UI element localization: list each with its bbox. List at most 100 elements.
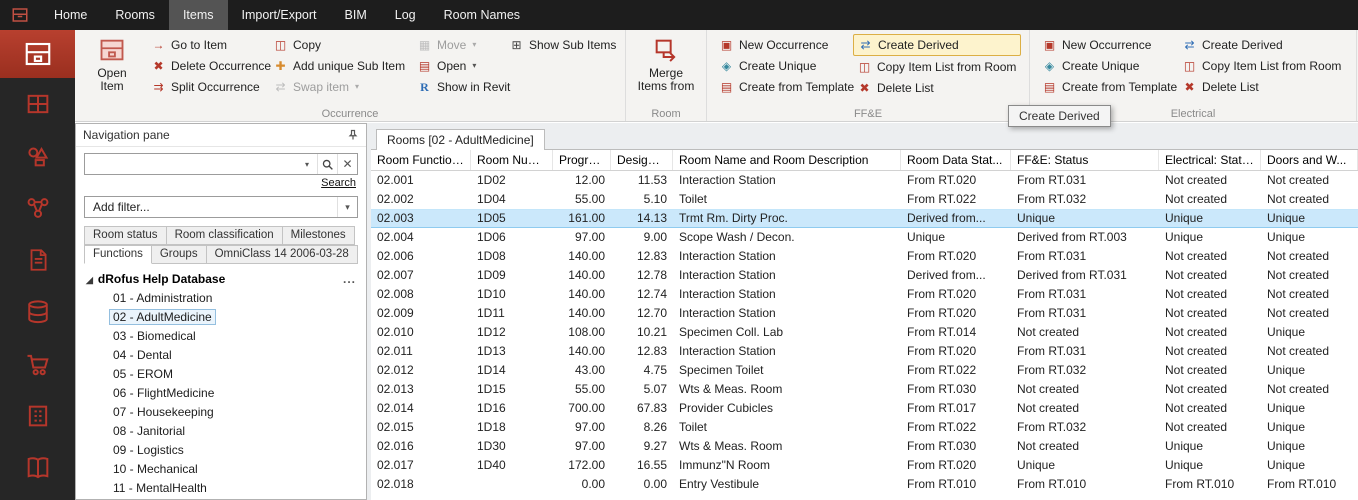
tree-item-06-flightmedicine[interactable]: 06 - FlightMedicine bbox=[76, 384, 366, 403]
ffe-new-occurrence-button[interactable]: ▣ New Occurrence bbox=[715, 34, 853, 55]
table-row[interactable]: 02.0151D1897.008.26ToiletFrom RT.022From… bbox=[371, 418, 1358, 437]
electrical-new-occurrence-button[interactable]: ▣ New Occurrence bbox=[1038, 34, 1178, 55]
table-row[interactable]: 02.0081D10140.0012.74Interaction Station… bbox=[371, 285, 1358, 304]
table-row[interactable]: 02.0101D12108.0010.21Specimen Coll. LabF… bbox=[371, 323, 1358, 342]
menu-item-room-names[interactable]: Room Names bbox=[430, 0, 534, 30]
ffe-delete-list-button[interactable]: ✖ Delete List bbox=[853, 77, 1021, 98]
table-row[interactable]: 02.0180.000.00Entry VestibuleFrom RT.010… bbox=[371, 475, 1358, 494]
ffe-create-derived-button[interactable]: ⇄ Create Derived bbox=[853, 34, 1021, 56]
tree-expanded-icon[interactable]: ◢ bbox=[86, 275, 93, 285]
table-row[interactable]: 02.0111D13140.0012.83Interaction Station… bbox=[371, 342, 1358, 361]
go-to-item-button[interactable]: → Go to Item bbox=[147, 34, 269, 55]
split-occurrence-button[interactable]: ⇉ Split Occurrence bbox=[147, 76, 269, 97]
tree-item-11-mentalhealth[interactable]: 11 - MentalHealth bbox=[76, 479, 366, 498]
ffe-copy-item-list-button[interactable]: ◫ Copy Item List from Room bbox=[853, 56, 1021, 77]
electrical-create-unique-button[interactable]: ◈ Create Unique bbox=[1038, 55, 1178, 76]
column-header-electrical-status[interactable]: Electrical: Status bbox=[1159, 150, 1261, 170]
column-header-room-number[interactable]: Room Number bbox=[471, 150, 553, 170]
table-row[interactable]: 02.0091D11140.0012.70Interaction Station… bbox=[371, 304, 1358, 323]
sidebar-item-database[interactable] bbox=[0, 286, 75, 338]
table-row[interactable]: 02.0021D0455.005.10ToiletFrom RT.022From… bbox=[371, 190, 1358, 209]
table-row[interactable]: 02.0041D0697.009.00Scope Wash / Decon.Un… bbox=[371, 228, 1358, 247]
pin-icon[interactable] bbox=[347, 129, 359, 141]
show-in-revit-button[interactable]: R Show in Revit bbox=[413, 76, 505, 97]
table-row[interactable]: 02.0131D1555.005.07Wts & Meas. RoomFrom … bbox=[371, 380, 1358, 399]
column-header-designe[interactable]: Designe... bbox=[611, 150, 673, 170]
tree-item-07-housekeeping[interactable]: 07 - Housekeeping bbox=[76, 403, 366, 422]
table-row[interactable]: 02.0031D05161.0014.13Trmt Rm. Dirty Proc… bbox=[371, 209, 1358, 228]
documents-icon bbox=[25, 246, 51, 274]
swap-item-button[interactable]: ⇄ Swap item ▾ bbox=[269, 76, 413, 97]
menu-item-items[interactable]: Items bbox=[169, 0, 228, 30]
tree-item-09-logistics[interactable]: 09 - Logistics bbox=[76, 441, 366, 460]
open-button[interactable]: ▤ Open ▾ bbox=[413, 55, 505, 76]
ffe-create-unique-button[interactable]: ◈ Create Unique bbox=[715, 55, 853, 76]
electrical-delete-list-button[interactable]: ✖ Delete List bbox=[1178, 76, 1348, 97]
delete-occurrence-button[interactable]: ✖ Delete Occurrence bbox=[147, 55, 269, 76]
electrical-create-from-template-button[interactable]: ▤ Create from Template bbox=[1038, 76, 1178, 97]
tab-room-classification[interactable]: Room classification bbox=[166, 226, 283, 245]
tree-item-10-mechanical[interactable]: 10 - Mechanical bbox=[76, 460, 366, 479]
tree-item-01-administration[interactable]: 01 - Administration bbox=[76, 289, 366, 308]
column-header-room-name-and-room-description[interactable]: Room Name and Room Description bbox=[673, 150, 901, 170]
add-filter-dropdown[interactable]: Add filter... ▾ bbox=[84, 196, 358, 218]
column-header-doors-and-w[interactable]: Doors and W... bbox=[1261, 150, 1358, 170]
tab-functions[interactable]: Functions bbox=[84, 245, 152, 264]
move-button[interactable]: ▦ Move ▾ bbox=[413, 34, 505, 55]
column-header-room-data-stat[interactable]: Room Data Stat... bbox=[901, 150, 1011, 170]
tree-item-02-adultmedicine[interactable]: 02 - AdultMedicine bbox=[76, 308, 366, 327]
table-cell: Not created bbox=[1261, 190, 1358, 209]
electrical-create-derived-button[interactable]: ⇄ Create Derived bbox=[1178, 34, 1348, 55]
add-unique-sub-item-button[interactable]: ✚ Add unique Sub Item bbox=[269, 55, 413, 76]
tab-milestones[interactable]: Milestones bbox=[282, 226, 355, 245]
table-row[interactable]: 02.0071D09140.0012.78Interaction Station… bbox=[371, 266, 1358, 285]
column-header-room-function[interactable]: Room Function # bbox=[371, 150, 471, 170]
tree-item-04-dental[interactable]: 04 - Dental bbox=[76, 346, 366, 365]
menu-item-bim[interactable]: BIM bbox=[331, 0, 381, 30]
menu-item-home[interactable]: Home bbox=[40, 0, 101, 30]
column-header-ff-e-status[interactable]: FF&E: Status bbox=[1011, 150, 1159, 170]
sidebar-item-rooms[interactable] bbox=[0, 78, 75, 130]
sidebar-item-buildings[interactable] bbox=[0, 390, 75, 442]
table-row[interactable]: 02.0011D0212.0011.53Interaction StationF… bbox=[371, 171, 1358, 190]
ffe-create-from-template-button[interactable]: ▤ Create from Template bbox=[715, 76, 853, 97]
table-row[interactable]: 02.0161D3097.009.27Wts & Meas. RoomFrom … bbox=[371, 437, 1358, 456]
sidebar-item-systems[interactable] bbox=[0, 182, 75, 234]
merge-items-from-button[interactable]: Merge Items from bbox=[634, 34, 698, 93]
search-link[interactable]: Search bbox=[76, 177, 356, 189]
show-sub-items-button[interactable]: ⊞ Show Sub Items bbox=[505, 34, 617, 55]
tree-item-08-janitorial[interactable]: 08 - Janitorial bbox=[76, 422, 366, 441]
sidebar-item-catalog[interactable] bbox=[0, 442, 75, 494]
table-row[interactable]: 02.0121D1443.004.75Specimen ToiletFrom R… bbox=[371, 361, 1358, 380]
sidebar-item-products[interactable] bbox=[0, 130, 75, 182]
menu-item-import-export[interactable]: Import/Export bbox=[228, 0, 331, 30]
tab-room-status[interactable]: Room status bbox=[84, 226, 167, 245]
search-input[interactable] bbox=[85, 155, 297, 173]
tab-omniclass-14-2006-03-28[interactable]: OmniClass 14 2006-03-28 bbox=[206, 245, 358, 264]
search-icon[interactable] bbox=[317, 154, 337, 174]
table-row[interactable]: 02.0061D08140.0012.83Interaction Station… bbox=[371, 247, 1358, 266]
table-cell: From RT.022 bbox=[901, 361, 1011, 380]
copy-button[interactable]: ◫ Copy bbox=[269, 34, 413, 55]
sidebar-item-items[interactable] bbox=[0, 30, 75, 78]
tree-root[interactable]: ◢dRofus Help Database ... bbox=[76, 269, 366, 289]
menu-item-log[interactable]: Log bbox=[381, 0, 430, 30]
search-chevron-icon[interactable]: ▾ bbox=[297, 154, 317, 174]
open-item-button[interactable]: Open Item bbox=[83, 34, 141, 93]
table-row[interactable]: 02.0171D40172.0016.55Immunz"N RoomFrom R… bbox=[371, 456, 1358, 475]
sidebar-item-documents[interactable] bbox=[0, 234, 75, 286]
tree-item-03-biomedical[interactable]: 03 - Biomedical bbox=[76, 327, 366, 346]
menu-item-rooms[interactable]: Rooms bbox=[101, 0, 169, 30]
sidebar-item-logistics[interactable] bbox=[0, 338, 75, 390]
column-header-progra[interactable]: Progra... bbox=[553, 150, 611, 170]
clear-search-icon[interactable]: ✕ bbox=[337, 154, 357, 174]
tree-root-more-button[interactable]: ... bbox=[343, 269, 356, 289]
tab-rooms-adultmedicine[interactable]: Rooms [02 - AdultMedicine] bbox=[376, 129, 545, 150]
table-cell: 161.00 bbox=[553, 209, 611, 228]
tree-item-05-erom[interactable]: 05 - EROM bbox=[76, 365, 366, 384]
tab-groups[interactable]: Groups bbox=[151, 245, 207, 264]
electrical-copy-item-list-button[interactable]: ◫ Copy Item List from Room bbox=[1178, 55, 1348, 76]
table-row[interactable]: 02.0141D16700.0067.83Provider CubiclesFr… bbox=[371, 399, 1358, 418]
table-cell: 1D08 bbox=[471, 247, 553, 266]
table-cell: From RT.010 bbox=[1011, 475, 1159, 494]
